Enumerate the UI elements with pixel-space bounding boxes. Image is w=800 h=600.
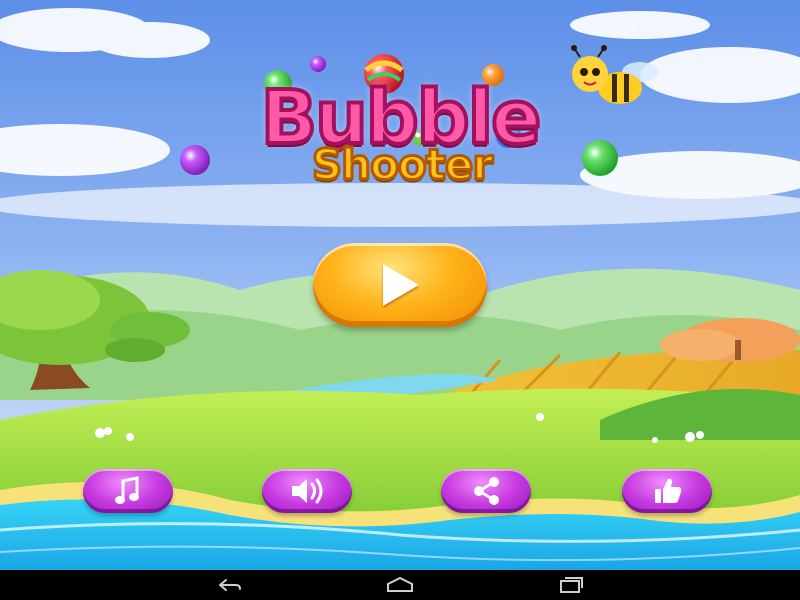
system-nav-bar xyxy=(0,570,800,600)
thumbs-up-icon xyxy=(655,478,682,503)
sound-button[interactable] xyxy=(262,469,352,513)
speaker-icon xyxy=(292,478,323,504)
music-button[interactable] xyxy=(83,469,173,513)
recent-apps-icon xyxy=(560,577,583,593)
share-button[interactable] xyxy=(441,469,531,513)
nav-home-button[interactable] xyxy=(380,574,420,596)
back-icon xyxy=(219,579,241,591)
game-subtitle: Shooter xyxy=(310,139,494,191)
share-icon xyxy=(474,477,499,505)
play-button[interactable] xyxy=(313,243,487,327)
play-icon xyxy=(383,264,419,306)
music-note-icon xyxy=(115,476,139,504)
home-icon xyxy=(387,576,413,592)
nav-back-button[interactable] xyxy=(208,574,248,596)
like-button[interactable] xyxy=(622,469,712,513)
nav-recents-button[interactable] xyxy=(551,574,591,596)
